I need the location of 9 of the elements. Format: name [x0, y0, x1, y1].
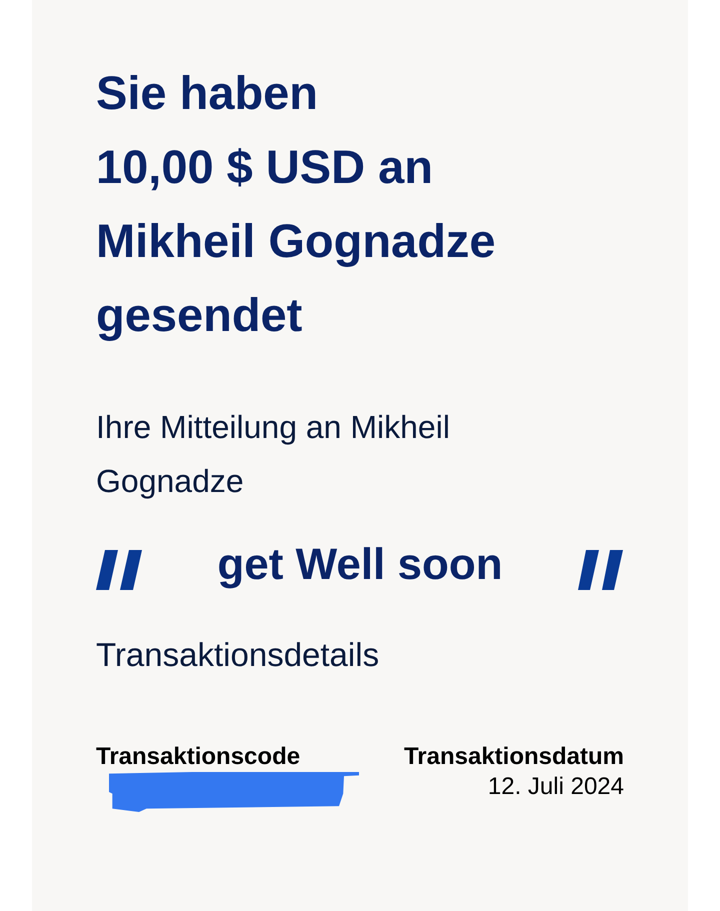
- detail-label: Transaktionsdatum: [404, 742, 624, 772]
- detail-label: Transaktionscode: [96, 742, 300, 772]
- heading: Sie haben 10,00 $ USD an Mikheil Gognadze gesendet: [96, 65, 497, 343]
- message-intro: Ihre Mitteilung an Mikheil Gognadze: [96, 408, 451, 501]
- opening-quote-icon: [96, 550, 142, 590]
- details-title: Transaktionsdetails: [96, 636, 380, 674]
- message-text: get Well soon: [217, 540, 503, 590]
- closing-quote-icon: [578, 550, 624, 590]
- detail-value: 12. Juli 2024: [488, 772, 624, 802]
